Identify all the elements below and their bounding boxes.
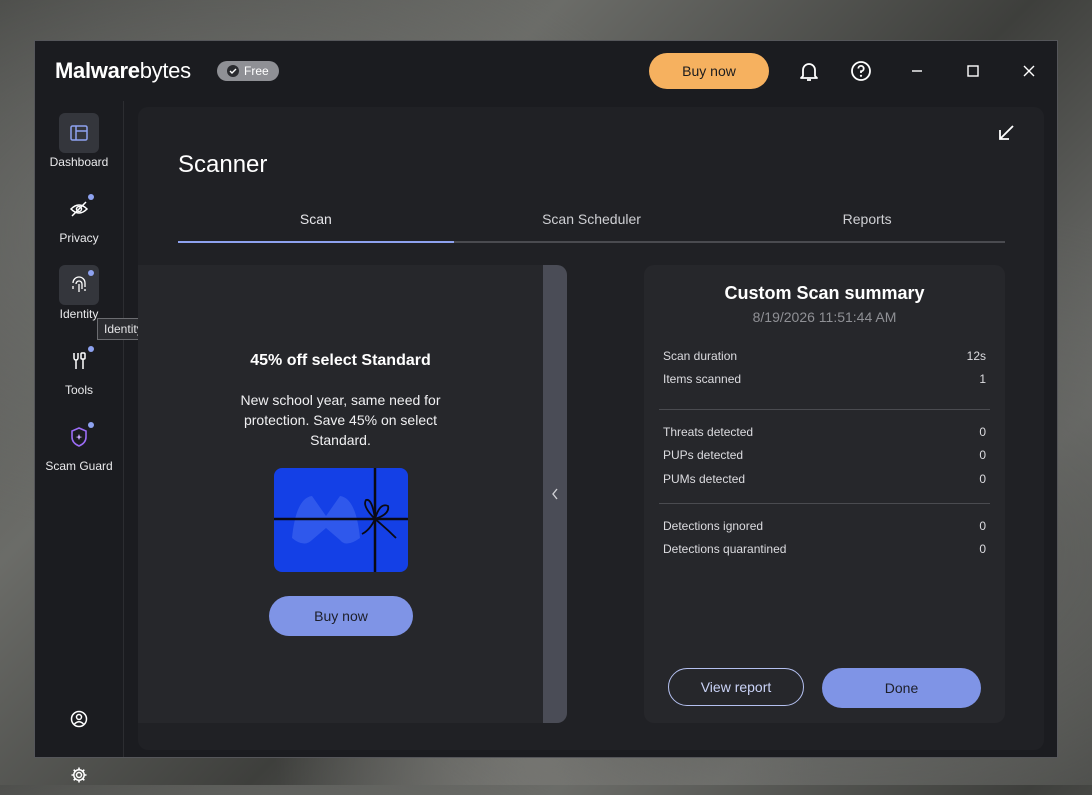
gift-box-image [274, 468, 408, 572]
tab-scan[interactable]: Scan [178, 207, 454, 243]
account-button[interactable] [35, 699, 123, 739]
help-icon[interactable] [849, 59, 873, 83]
sidebar-item-dashboard[interactable]: Dashboard [35, 113, 123, 169]
minimize-icon[interactable] [905, 59, 929, 83]
main-panel: Scanner Scan Scan Scheduler Reports 45% … [138, 107, 1044, 750]
summary-row: Detections ignored 0 [663, 519, 986, 533]
plan-badge: Free [217, 61, 279, 81]
notification-dot [88, 194, 94, 200]
sidebar-item-label: Tools [64, 383, 93, 397]
summary-row: Items scanned 1 [663, 372, 986, 386]
collapse-promo-handle[interactable] [543, 265, 567, 723]
plan-badge-label: Free [244, 64, 269, 78]
check-icon [227, 65, 239, 77]
view-report-button[interactable]: View report [668, 668, 804, 706]
sidebar: Dashboard Privacy Identity Tools Scam Gu… [35, 101, 124, 783]
summary-row: Detections quarantined 0 [663, 542, 986, 556]
notification-dot [88, 422, 94, 428]
promo-body: New school year, same need for protectio… [240, 392, 441, 448]
sidebar-item-privacy[interactable]: Privacy [35, 189, 123, 245]
gear-icon [59, 755, 99, 795]
app-logo: Malwarebytes [55, 58, 191, 83]
sidebar-item-label: Scam Guard [45, 459, 113, 473]
notification-dot [88, 270, 94, 276]
settings-button[interactable] [35, 755, 123, 795]
sidebar-item-label: Dashboard [49, 155, 109, 169]
buy-now-button[interactable]: Buy now [649, 53, 769, 89]
summary-row: Scan duration 12s [663, 349, 986, 363]
summary-date: 8/19/2026 11:51:44 AM [752, 309, 897, 325]
promo-panel: 45% off select Standard New school year,… [138, 265, 567, 723]
summary-row: PUMs detected 0 [663, 472, 986, 486]
promo-buy-now-button[interactable]: Buy now [269, 596, 413, 636]
page-title: Scanner [178, 151, 268, 178]
tab-scan-scheduler[interactable]: Scan Scheduler [454, 207, 730, 241]
tab-reports[interactable]: Reports [729, 207, 1005, 241]
summary-title: Custom Scan summary [724, 283, 925, 303]
maximize-icon[interactable] [961, 59, 985, 83]
notification-dot [88, 346, 94, 352]
close-icon[interactable] [1017, 59, 1041, 83]
promo-title: 45% off select Standard [250, 352, 431, 369]
user-icon [59, 699, 99, 739]
tools-icon [59, 341, 99, 381]
shield-icon [59, 417, 99, 457]
sidebar-item-label: Identity [59, 307, 99, 321]
collapse-arrow-icon[interactable] [996, 123, 1016, 148]
eye-slash-icon [59, 189, 99, 229]
summary-row: Threats detected 0 [663, 425, 986, 439]
title-bar: Malwarebytes Free Buy now [35, 41, 1057, 101]
sidebar-item-scam-guard[interactable]: Scam Guard [35, 417, 123, 473]
scan-summary-card: Custom Scan summary 8/19/2026 11:51:44 A… [644, 265, 1005, 723]
scanner-tabs: Scan Scan Scheduler Reports [178, 207, 1005, 243]
summary-row: PUPs detected 0 [663, 448, 986, 462]
divider [659, 409, 990, 410]
bell-icon[interactable] [797, 59, 821, 83]
sidebar-item-identity[interactable]: Identity [35, 265, 123, 321]
sidebar-item-tools[interactable]: Tools [35, 341, 123, 397]
sidebar-item-label: Privacy [59, 231, 99, 245]
divider [659, 503, 990, 504]
dashboard-icon [59, 113, 99, 153]
chevron-left-icon [552, 488, 558, 500]
done-button[interactable]: Done [822, 668, 981, 708]
fingerprint-icon [59, 265, 99, 305]
app-window: Malwarebytes Free Buy now Dashboard Priv… [34, 40, 1058, 783]
